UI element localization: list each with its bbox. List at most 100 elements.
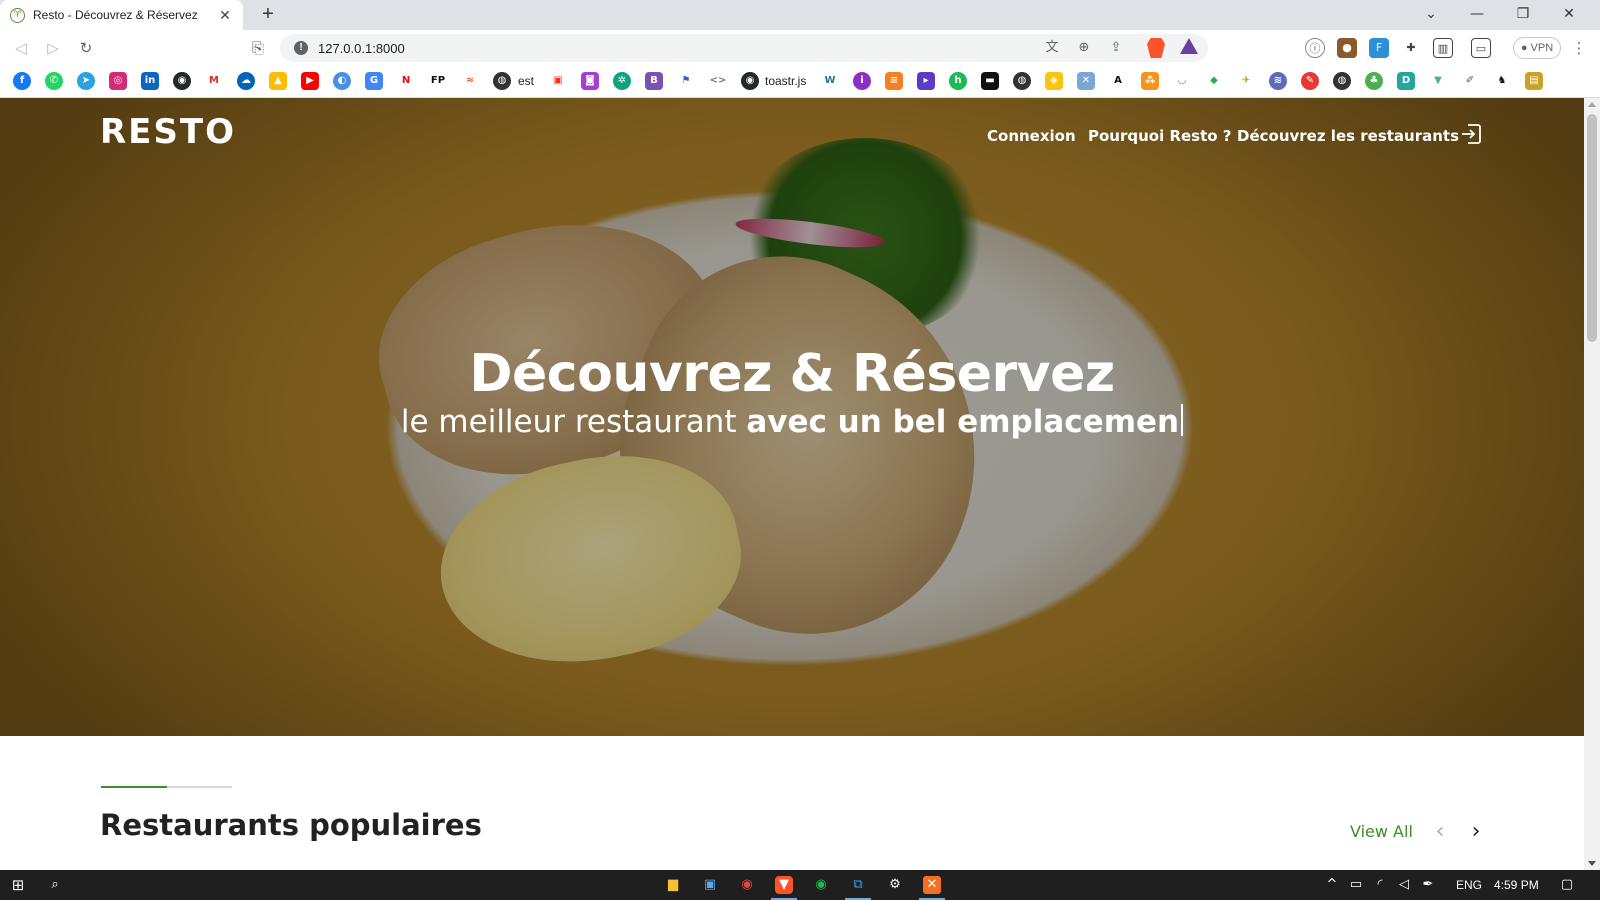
forward-button[interactable]: ▷: [42, 38, 64, 58]
nav-login[interactable]: Connexion: [987, 127, 1076, 145]
stackoverflow-bookmark-icon[interactable]: ≡: [885, 72, 903, 90]
app-bookmark-icon[interactable]: ♣: [1365, 72, 1383, 90]
new-tab-button[interactable]: +: [256, 3, 280, 26]
font-bookmark-icon[interactable]: A: [1109, 72, 1127, 90]
fp-bookmark-icon[interactable]: FP: [429, 72, 447, 90]
battery-icon[interactable]: ▭: [1347, 876, 1365, 894]
bootstrap-bookmark-icon[interactable]: B: [645, 72, 663, 90]
search-icon[interactable]: ⌕: [46, 876, 64, 894]
whatsapp-bookmark-icon[interactable]: ✆: [45, 72, 63, 90]
chrome-icon[interactable]: ◉: [738, 876, 756, 894]
linkedin-bookmark-icon[interactable]: in: [141, 72, 159, 90]
app-bookmark-icon[interactable]: D: [1397, 72, 1415, 90]
app-bookmark-icon[interactable]: ♞: [1493, 72, 1511, 90]
chatgpt-bookmark-icon[interactable]: ✲: [613, 72, 631, 90]
address-bar[interactable]: ! 127.0.0.1:8000: [280, 34, 1208, 62]
show-hidden-icons-icon[interactable]: ^: [1323, 876, 1341, 894]
notifications-icon[interactable]: ▢: [1558, 876, 1576, 894]
share-icon[interactable]: ⇪: [1106, 38, 1126, 58]
app-bookmark-icon[interactable]: ◡: [1173, 72, 1191, 90]
zoom-icon[interactable]: ⊕: [1074, 38, 1094, 58]
settings-gear-icon[interactable]: ⚙: [886, 876, 904, 894]
chevron-left-icon[interactable]: ‹: [1430, 820, 1450, 844]
bookmark-label[interactable]: est: [518, 74, 534, 88]
browser-tab[interactable]: ♈ Resto - Découvrez & Réservez ✕: [0, 0, 243, 30]
app-bookmark-icon[interactable]: ✐: [1461, 72, 1479, 90]
code-bookmark-icon[interactable]: <>: [709, 72, 727, 90]
wordpress-bookmark-icon[interactable]: W: [821, 72, 839, 90]
side-panel-icon[interactable]: ▥: [1433, 38, 1453, 58]
windows-start-icon[interactable]: ⊞: [9, 876, 27, 894]
font-extension-icon[interactable]: F: [1369, 38, 1389, 58]
onedrive-bookmark-icon[interactable]: ☁: [237, 72, 255, 90]
flag-bookmark-icon[interactable]: ⚑: [677, 72, 695, 90]
chevron-right-icon[interactable]: ›: [1466, 820, 1486, 844]
vue-bookmark-icon[interactable]: ▼: [1429, 72, 1447, 90]
brave-taskbar-icon[interactable]: ▼: [775, 876, 793, 894]
wallet-icon[interactable]: ▭: [1471, 38, 1491, 58]
app-bookmark-icon[interactable]: h: [949, 72, 967, 90]
swipe-bookmark-icon[interactable]: ≈: [461, 72, 479, 90]
close-window-button[interactable]: ✕: [1546, 0, 1592, 30]
back-button[interactable]: ◁: [10, 38, 32, 58]
language-indicator[interactable]: ENG: [1456, 878, 1482, 892]
xampp-icon[interactable]: ✕: [923, 876, 941, 894]
vpn-button[interactable]: ● VPN: [1513, 37, 1561, 59]
app-bookmark-icon[interactable]: ≋: [1269, 72, 1287, 90]
github-bookmark-icon[interactable]: ◉: [173, 72, 191, 90]
wifi-icon[interactable]: ◜: [1371, 876, 1389, 894]
file-explorer-icon[interactable]: ▆: [664, 876, 682, 894]
facebook-bookmark-icon[interactable]: f: [13, 72, 31, 90]
laravel-bookmark-icon[interactable]: ▣: [549, 72, 567, 90]
app-bookmark-icon[interactable]: ⁂: [1141, 72, 1159, 90]
globe-bookmark-icon[interactable]: ◍: [1013, 72, 1031, 90]
translate-icon[interactable]: 文: [1042, 38, 1062, 58]
reload-button[interactable]: ↻: [75, 38, 97, 58]
gmail-bookmark-icon[interactable]: M: [205, 72, 223, 90]
netflix-bookmark-icon[interactable]: N: [397, 72, 415, 90]
scroll-down-icon[interactable]: [1588, 861, 1596, 866]
menu-icon[interactable]: ⋮: [1568, 38, 1590, 58]
nav-why-resto[interactable]: Pourquoi Resto ?: [1088, 127, 1232, 145]
info-bookmark-icon[interactable]: i: [853, 72, 871, 90]
browser-bookmark-icon[interactable]: ◐: [333, 72, 351, 90]
volume-muted-icon[interactable]: ◁: [1395, 876, 1413, 894]
spotify-icon[interactable]: ◉: [812, 876, 830, 894]
view-all-link[interactable]: View All: [1350, 822, 1413, 841]
vscode-icon[interactable]: ⧉: [849, 876, 867, 894]
app-bookmark-icon[interactable]: ◙: [581, 72, 599, 90]
telegram-bookmark-icon[interactable]: ➤: [77, 72, 95, 90]
app-bookmark-icon[interactable]: ✈: [1237, 72, 1255, 90]
nav-discover-restaurants[interactable]: Découvrez les restaurants: [1237, 127, 1459, 145]
scrollbar-thumb[interactable]: [1587, 114, 1597, 342]
scroll-up-icon[interactable]: [1588, 102, 1596, 107]
globe-bookmark-icon[interactable]: ◍: [1333, 72, 1351, 90]
app-bookmark-icon[interactable]: ▸: [917, 72, 935, 90]
bookmark-label[interactable]: toastr.js: [765, 74, 806, 88]
bookmark-icon[interactable]: ⎘: [247, 38, 269, 58]
login-arrow-icon[interactable]: [1459, 122, 1483, 146]
app-bookmark-icon[interactable]: ✕: [1077, 72, 1095, 90]
app-taskbar-icon[interactable]: ▣: [701, 876, 719, 894]
cookie-extension-icon[interactable]: ●: [1337, 38, 1357, 58]
github-bookmark-icon[interactable]: ◉: [741, 72, 759, 90]
pen-icon[interactable]: ✒: [1419, 876, 1437, 894]
app-bookmark-icon[interactable]: ▤: [1525, 72, 1543, 90]
instagram-bookmark-icon[interactable]: ◎: [109, 72, 127, 90]
tab-search-icon[interactable]: ⌄: [1408, 0, 1454, 30]
minimize-button[interactable]: —: [1454, 0, 1500, 30]
tab-close-icon[interactable]: ✕: [217, 7, 233, 24]
app-bookmark-icon[interactable]: ✎: [1301, 72, 1319, 90]
app-bookmark-icon[interactable]: ▬: [981, 72, 999, 90]
extensions-puzzle-icon[interactable]: ✚: [1401, 38, 1421, 58]
globe-bookmark-icon[interactable]: ◍: [493, 72, 511, 90]
translate-bookmark-icon[interactable]: G: [365, 72, 383, 90]
app-bookmark-icon[interactable]: ◈: [1045, 72, 1063, 90]
clock[interactable]: 4:59 PM: [1494, 878, 1539, 892]
site-logo[interactable]: RESTO: [100, 112, 236, 152]
youtube-bookmark-icon[interactable]: ▶: [301, 72, 319, 90]
site-info-icon[interactable]: !: [294, 41, 308, 55]
brave-rewards-icon[interactable]: [1180, 38, 1198, 54]
extension-icon[interactable]: ⓘ: [1305, 38, 1325, 58]
restore-button[interactable]: ❐: [1500, 0, 1546, 30]
